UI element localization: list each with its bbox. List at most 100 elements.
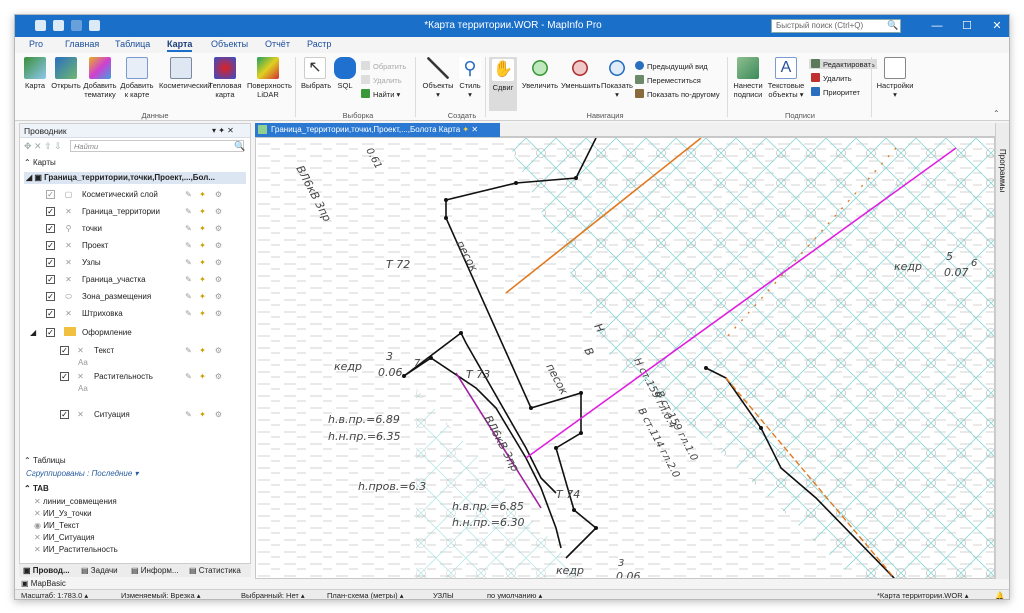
invert-selection-button[interactable]: Обратить <box>361 61 406 71</box>
map-button[interactable]: Карта <box>21 57 49 90</box>
status-selected[interactable]: Выбранный: Нет ▴ <box>241 591 305 599</box>
settings-icon[interactable]: ⚙ <box>214 190 223 199</box>
edit-pencil-icon[interactable]: ✎ <box>184 275 193 284</box>
status-projection[interactable]: План-схема (метры) ▴ <box>327 591 404 599</box>
layer-row[interactable]: ✓ ⬭ Зона_размещения ✎ ✦ ⚙ <box>20 290 248 304</box>
tab-raster[interactable]: Растр <box>307 39 331 49</box>
tab-objects[interactable]: Объекты <box>211 39 248 49</box>
layer-row[interactable]: ✓ ✕ Граница_участка ✎ ✦ ⚙ <box>20 273 248 287</box>
labels-icon[interactable]: ✦ <box>198 372 207 381</box>
objects-button[interactable]: Объекты ▾ <box>421 57 455 99</box>
layer-visibility-checkbox[interactable]: ✓ <box>46 224 55 233</box>
group-layer-row[interactable]: ✓ ✕ Растительность Aa ✎ ✦ ⚙ <box>20 370 248 396</box>
tab-group-header[interactable]: ⌃ TAB <box>24 484 49 493</box>
map-canvas[interactable]: ВЛ6кВ 3пр 0.61 Т 72 песок Т 73 песок ВЛ6… <box>255 137 995 579</box>
layer-visibility-checkbox[interactable]: ✓ <box>46 275 55 284</box>
layer-row[interactable]: ✓ ✕ Проект ✎ ✦ ⚙ <box>20 239 248 253</box>
edit-pencil-icon[interactable]: ✎ <box>184 372 193 381</box>
layer-row[interactable]: ✓ ✕ Штриховка ✎ ✦ ⚙ <box>20 307 248 321</box>
tables-header[interactable]: ⌃ Таблицы <box>24 456 66 465</box>
status-scale[interactable]: Масштаб: 1:783.0 ▴ <box>21 591 88 599</box>
labels-icon[interactable]: ✦ <box>198 410 207 419</box>
labels-icon[interactable]: ✦ <box>198 292 207 301</box>
zoom-out-button[interactable]: Уменьшить <box>561 57 600 90</box>
layer-visibility-checkbox[interactable]: ✓ <box>60 410 69 419</box>
table-item[interactable]: ✕ линии_совмещения <box>34 497 117 506</box>
labels-icon[interactable]: ✦ <box>198 224 207 233</box>
edit-pencil-icon[interactable]: ✎ <box>184 190 193 199</box>
settings-icon[interactable]: ⚙ <box>214 372 223 381</box>
notification-bell-icon[interactable]: 🔔 <box>995 591 1004 599</box>
tab-info[interactable]: ▤ Информ... <box>131 566 179 575</box>
priority-button[interactable]: Приоритет <box>811 87 860 97</box>
settings-icon[interactable]: ⚙ <box>214 292 223 301</box>
clear-selection-button[interactable]: Удалить <box>361 75 402 85</box>
edit-pencil-icon[interactable]: ✎ <box>184 292 193 301</box>
edit-labels-button[interactable]: Редактировать <box>809 59 877 69</box>
programs-panel[interactable]: Программы <box>995 123 1009 579</box>
map-window-item[interactable]: ◢ ▣ Граница_территории,точки,Проект,...,… <box>24 172 246 184</box>
search-icon[interactable]: 🔍 <box>887 20 898 31</box>
text-objects-button[interactable]: A Текстовые объекты ▾ <box>767 57 805 99</box>
close-button[interactable]: ✕ <box>987 18 1007 34</box>
edit-pencil-icon[interactable]: ✎ <box>184 309 193 318</box>
group-visibility-checkbox[interactable]: ✓ <box>46 328 55 337</box>
lidar-surface-button[interactable]: Поверхность LiDAR <box>247 57 292 99</box>
add-to-map-button[interactable]: Добавить к карте <box>119 57 155 99</box>
labels-icon[interactable]: ✦ <box>198 309 207 318</box>
settings-button[interactable]: Настройки ▾ <box>875 57 915 99</box>
layer-visibility-checkbox[interactable]: ✓ <box>46 241 55 250</box>
settings-icon[interactable]: ⚙ <box>214 258 223 267</box>
layer-visibility-checkbox[interactable]: ✓ <box>46 292 55 301</box>
layer-visibility-checkbox[interactable]: ✓ <box>46 258 55 267</box>
expand-arrow-icon[interactable]: ◢ <box>30 328 36 337</box>
quick-search-input[interactable]: Быстрый поиск (Ctrl+Q) <box>771 19 901 33</box>
pin-panel-icon[interactable]: ▾ ✦ ✕ <box>212 126 234 135</box>
status-default[interactable]: по умолчанию ▴ <box>487 591 542 599</box>
explorer-toolbar-icons[interactable]: ✥ ✕ ⇧ ⇩ <box>24 141 62 152</box>
add-theme-button[interactable]: Добавить тематику <box>83 57 117 99</box>
grouped-by-dropdown[interactable]: Сгруппированы : Последние ▾ <box>26 469 139 478</box>
edit-pencil-icon[interactable]: ✎ <box>184 207 193 216</box>
mapbasic-tab[interactable]: ▣ MapBasic <box>21 579 66 588</box>
labels-icon[interactable]: ✦ <box>198 207 207 216</box>
edit-pencil-icon[interactable]: ✎ <box>184 258 193 267</box>
labels-icon[interactable]: ✦ <box>198 190 207 199</box>
label-button[interactable]: Нанести подписи <box>731 57 765 99</box>
delete-labels-button[interactable]: Удалить <box>811 73 852 83</box>
status-editable[interactable]: Изменяемый: Врезка ▴ <box>121 591 201 599</box>
select-button[interactable]: ↖ Выбрать <box>301 57 331 90</box>
settings-icon[interactable]: ⚙ <box>214 207 223 216</box>
change-view-button[interactable]: Показать по-другому <box>635 89 720 99</box>
labels-icon[interactable]: ✦ <box>198 241 207 250</box>
settings-icon[interactable]: ⚙ <box>214 275 223 284</box>
pan-button[interactable]: ✋ Сдвиг <box>489 57 517 111</box>
settings-icon[interactable]: ⚙ <box>214 309 223 318</box>
layer-visibility-checkbox[interactable]: ✓ <box>46 309 55 318</box>
tab-report[interactable]: Отчёт <box>265 39 290 49</box>
table-item[interactable]: ✕ ИИ_Ситуация <box>34 533 95 542</box>
map-svg[interactable]: ВЛ6кВ 3пр 0.61 Т 72 песок Т 73 песок ВЛ6… <box>256 138 995 579</box>
group-layer-row[interactable]: ✓ ✕ Ситуация ✎ ✦ ⚙ <box>20 408 248 434</box>
settings-icon[interactable]: ⚙ <box>214 410 223 419</box>
show-button[interactable]: Показать ▾ <box>601 57 633 99</box>
edit-pencil-icon[interactable]: ✎ <box>184 224 193 233</box>
table-item[interactable]: ✕ ИИ_Уз_точки <box>34 509 92 518</box>
find-button[interactable]: Найти ▾ <box>361 89 400 99</box>
tab-map[interactable]: Карта <box>167 39 193 52</box>
layer-visibility-checkbox[interactable]: ✓ <box>46 190 55 199</box>
explorer-find-input[interactable]: Найти <box>70 140 244 152</box>
labels-icon[interactable]: ✦ <box>198 258 207 267</box>
maximize-button[interactable]: ☐ <box>957 18 977 34</box>
cosmetic-button[interactable]: Косметический <box>159 57 211 90</box>
style-button[interactable]: ⚲ Стиль ▾ <box>457 57 483 99</box>
find-icon[interactable]: 🔍 <box>234 141 245 152</box>
layer-row[interactable]: ✓ ✕ Граница_территории ✎ ✦ ⚙ <box>20 205 248 219</box>
minimize-button[interactable]: — <box>927 18 947 34</box>
layer-row[interactable]: ✓ ✕ Узлы ✎ ✦ ⚙ <box>20 256 248 270</box>
tab-tasks[interactable]: ▤ Задачи <box>81 566 118 575</box>
layer-row[interactable]: ✓ ⚲ точки ✎ ✦ ⚙ <box>20 222 248 236</box>
layer-row[interactable]: ✓ ▢ Косметический слой ✎ ✦ ⚙ <box>20 188 248 202</box>
zoom-in-button[interactable]: Увеличить <box>521 57 559 90</box>
settings-icon[interactable]: ⚙ <box>214 346 223 355</box>
